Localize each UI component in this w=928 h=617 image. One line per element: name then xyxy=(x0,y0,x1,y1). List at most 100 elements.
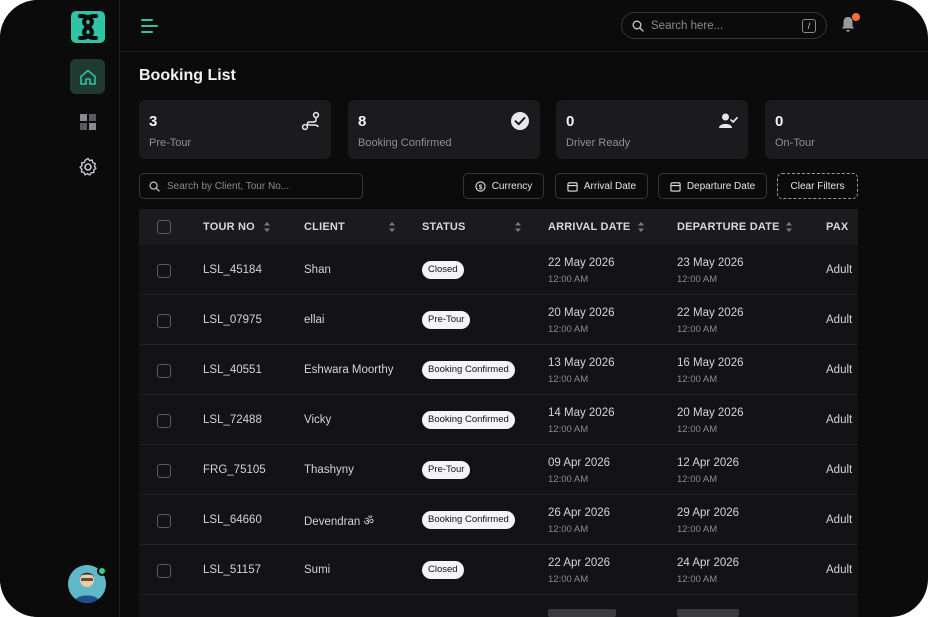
sort-icon[interactable] xyxy=(264,222,270,232)
status-badge: Pre-Tour xyxy=(422,461,471,479)
departure-time: 12:00 AM xyxy=(677,324,718,335)
stat-card-driver-ready[interactable]: 0 Driver Ready xyxy=(556,100,748,159)
stat-value: 0 xyxy=(775,113,784,130)
page-title: Booking List xyxy=(139,67,236,84)
arrival-date-filter-button[interactable]: Arrival Date xyxy=(555,173,648,199)
stat-card-pre-tour[interactable]: 3 Pre-Tour xyxy=(139,100,331,159)
departure-date: 24 Apr 2026 xyxy=(677,557,740,569)
select-all-checkbox[interactable] xyxy=(157,220,171,234)
client-name: ellai xyxy=(304,314,325,326)
tour-no[interactable]: LSL_40551 xyxy=(203,364,262,376)
row-checkbox[interactable] xyxy=(157,364,171,378)
sort-icon[interactable] xyxy=(638,222,644,232)
status-badge: Booking Confirmed xyxy=(422,511,515,529)
table-row[interactable]: LSL_51157 Sumi Closed 22 Apr 2026 12:00 … xyxy=(139,545,858,595)
stat-label: Pre-Tour xyxy=(149,137,192,149)
arrival-time: 12:00 AM xyxy=(548,574,589,585)
stat-label: Booking Confirmed xyxy=(358,137,452,149)
row-checkbox[interactable] xyxy=(157,564,171,578)
client-name: Eshwara Moorthy xyxy=(304,364,394,376)
column-header-departure-date[interactable]: DEPARTURE DATE xyxy=(677,221,780,233)
status-badge: Closed xyxy=(422,261,464,279)
arrival-date: 20 May 2026 xyxy=(548,307,615,319)
tour-no[interactable]: LSL_72488 xyxy=(203,414,262,426)
column-header-arrival-date[interactable]: ARRIVAL DATE xyxy=(548,221,630,233)
check-circle-icon xyxy=(511,112,529,130)
table-row[interactable]: LSL_45184 Shan Closed 22 May 2026 12:00 … xyxy=(139,245,858,295)
global-search[interactable]: / xyxy=(621,12,827,39)
calendar-icon xyxy=(670,181,681,192)
booking-search-input[interactable] xyxy=(167,180,357,192)
pax: Adult xyxy=(826,264,853,276)
user-check-icon xyxy=(719,113,738,128)
table-row[interactable]: LSL_40551 Eshwara Moorthy Booking Confir… xyxy=(139,345,858,395)
stat-card-booking-confirmed[interactable]: 8 Booking Confirmed xyxy=(348,100,540,159)
sidebar xyxy=(0,0,120,617)
tour-no[interactable]: LSL_07975 xyxy=(203,314,262,326)
sidebar-item-dashboard[interactable] xyxy=(70,104,105,139)
currency-filter-button[interactable]: $ Currency xyxy=(463,173,544,199)
arrival-date: 13 May 2026 xyxy=(548,357,615,369)
arrival-time: 12:00 AM xyxy=(548,424,589,435)
online-status-dot xyxy=(97,566,107,576)
client-name: Sumi xyxy=(304,564,331,576)
sort-icon[interactable] xyxy=(786,222,792,232)
arrival-time: 12:00 AM xyxy=(548,524,589,535)
row-checkbox[interactable] xyxy=(157,414,171,428)
column-header-status[interactable]: STATUS xyxy=(422,221,466,233)
status-badge: Booking Confirmed xyxy=(422,361,515,379)
departure-time: 12:00 AM xyxy=(677,374,718,385)
search-icon xyxy=(149,181,160,192)
shortcut-key-hint: / xyxy=(802,19,816,33)
tour-no[interactable]: LSL_64660 xyxy=(203,514,262,526)
column-header-tour-no[interactable]: TOUR NO xyxy=(203,221,255,233)
stat-label: On-Tour xyxy=(775,137,815,149)
top-bar: / xyxy=(120,0,928,52)
stat-card-on-tour[interactable]: 0 On-Tour xyxy=(765,100,928,159)
pax: Adult xyxy=(826,314,853,326)
brand-logo-icon[interactable] xyxy=(71,11,105,43)
pax: Adult xyxy=(826,564,853,576)
client-name: Vicky xyxy=(304,414,332,426)
tour-no[interactable]: LSL_45184 xyxy=(203,264,262,276)
departure-date-filter-button[interactable]: Departure Date xyxy=(658,173,767,199)
row-checkbox[interactable] xyxy=(157,464,171,478)
menu-toggle-icon[interactable] xyxy=(140,16,160,36)
table-row[interactable]: LSL_07975 ellai Pre-Tour 20 May 2026 12:… xyxy=(139,295,858,345)
clear-filters-button[interactable]: Clear Filters xyxy=(777,173,858,199)
client-name: Shan xyxy=(304,264,331,276)
gear-icon xyxy=(78,157,97,176)
table-row[interactable]: LSL_72488 Vicky Booking Confirmed 14 May… xyxy=(139,395,858,445)
arrival-date: 14 May 2026 xyxy=(548,407,615,419)
departure-date: 29 Apr 2026 xyxy=(677,507,740,519)
tour-no[interactable]: FRG_75105 xyxy=(203,464,266,476)
arrival-time: 12:00 AM xyxy=(548,474,589,485)
app-window: / Booking List 3 Pre-Tour 8 Booking Conf… xyxy=(0,0,928,617)
sort-icon[interactable] xyxy=(389,222,395,232)
table-header: TOUR NO CLIENT STATUS ARRIVAL DATE DEPAR… xyxy=(139,209,858,245)
tour-no[interactable]: LSL_51157 xyxy=(203,564,261,576)
sort-icon[interactable] xyxy=(515,222,521,232)
column-header-pax[interactable]: PAX xyxy=(826,221,848,233)
clear-filters-label: Clear Filters xyxy=(790,180,845,192)
pax: Adult xyxy=(826,514,853,526)
arrival-time: 12:00 AM xyxy=(548,324,589,335)
sidebar-item-settings[interactable] xyxy=(70,149,105,184)
row-checkbox[interactable] xyxy=(157,514,171,528)
status-badge: Booking Confirmed xyxy=(422,411,515,429)
truncated-text xyxy=(548,609,616,617)
booking-search[interactable] xyxy=(139,173,363,199)
departure-time: 12:00 AM xyxy=(677,524,718,535)
departure-date-filter-label: Departure Date xyxy=(686,180,756,192)
sidebar-item-home[interactable] xyxy=(70,59,105,94)
departure-date: 12 Apr 2026 xyxy=(677,457,740,469)
grid-icon xyxy=(79,113,96,130)
table-row[interactable]: LSL_64660 Devendran ॐ Booking Confirmed … xyxy=(139,495,858,545)
row-checkbox[interactable] xyxy=(157,314,171,328)
table-row[interactable]: FRG_75105 Thashyny Pre-Tour 09 Apr 2026 … xyxy=(139,445,858,495)
arrival-date: 26 Apr 2026 xyxy=(548,507,611,519)
row-checkbox[interactable] xyxy=(157,264,171,278)
booking-table: TOUR NO CLIENT STATUS ARRIVAL DATE DEPAR… xyxy=(139,209,858,617)
column-header-client[interactable]: CLIENT xyxy=(304,221,345,233)
global-search-input[interactable] xyxy=(651,19,791,32)
